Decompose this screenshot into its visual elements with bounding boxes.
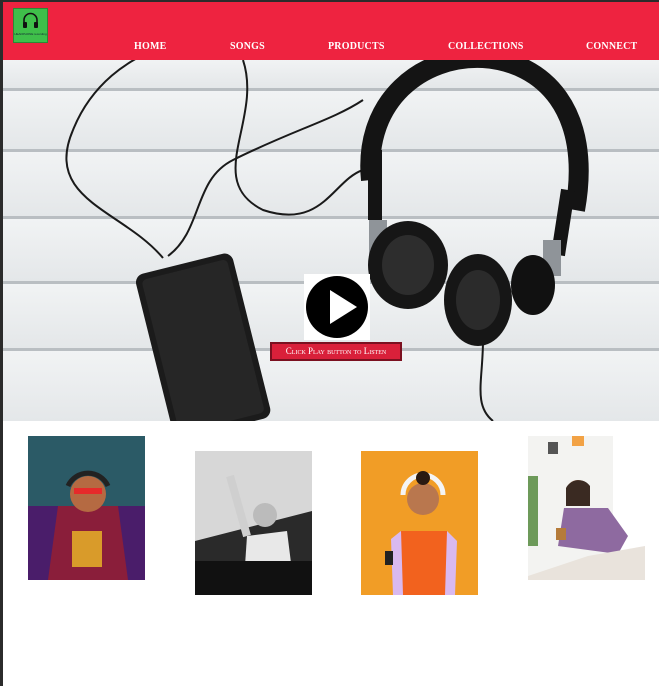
gallery-image-4[interactable] [528, 436, 645, 580]
page: HEADPHONE recording HOME SONGS PRODUCTS … [3, 2, 659, 686]
dj-performing-photo [195, 451, 312, 595]
artist-with-headphones-photo [28, 436, 145, 580]
gallery-image-3[interactable] [361, 451, 478, 595]
headphones-icon [23, 12, 38, 28]
logo-text: HEADPHONE recording [14, 32, 47, 36]
click-play-button-banner[interactable]: Click Play button to Listen [270, 342, 402, 361]
nav-collections-link[interactable]: COLLECTIONS [448, 41, 524, 52]
woman-with-headphones-photo [361, 451, 478, 595]
woman-relaxing-photo [528, 436, 645, 580]
headphones-and-phone-illustration [65, 60, 589, 421]
gallery-image-1[interactable] [28, 436, 145, 580]
nav-connect-link[interactable]: CONNECT [586, 41, 637, 52]
gallery-image-2[interactable] [195, 451, 312, 595]
brand-logo[interactable]: HEADPHONE recording [13, 8, 48, 43]
nav-home-link[interactable]: HOME [134, 41, 166, 52]
play-button[interactable] [304, 274, 370, 340]
hero-banner: Click Play button to Listen [3, 60, 659, 421]
nav-products-link[interactable]: PRODUCTS [328, 41, 385, 52]
play-icon [306, 276, 368, 338]
top-navigation-bar: HEADPHONE recording HOME SONGS PRODUCTS … [3, 2, 659, 60]
nav-songs-link[interactable]: SONGS [230, 41, 265, 52]
